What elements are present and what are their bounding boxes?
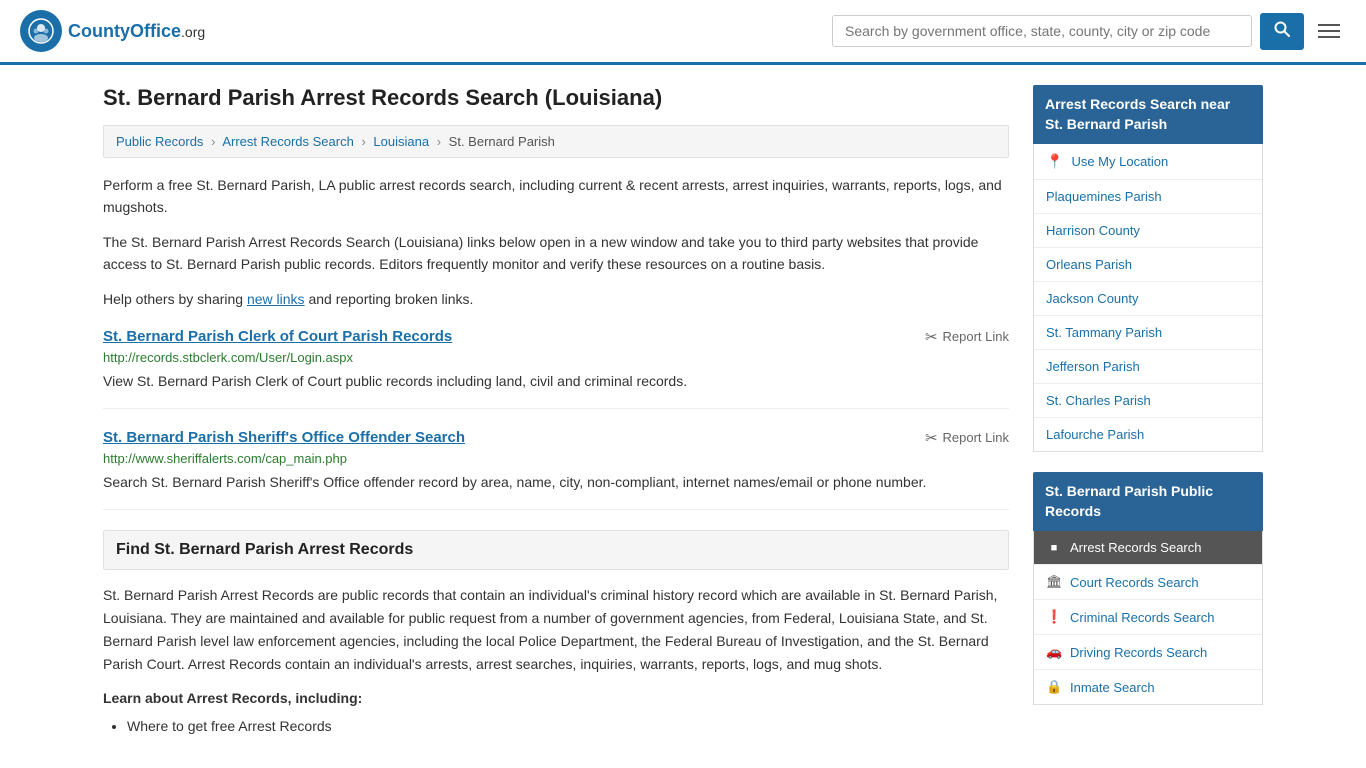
find-section-header: Find St. Bernard Parish Arrest Records <box>103 530 1009 570</box>
sidebar-public-records-links: ■ Arrest Records Search 🏛 Court Records … <box>1033 531 1263 705</box>
header: CountyOffice.org <box>0 0 1366 65</box>
logo-text: CountyOffice.org <box>68 21 205 42</box>
report-label-2: Report Link <box>943 430 1009 445</box>
nearby-link-5[interactable]: Jefferson Parish <box>1034 350 1262 384</box>
sidebar-nearby-links: 📍 Use My Location Plaquemines Parish Har… <box>1033 144 1263 452</box>
pub-rec-icon-3: 🚗 <box>1046 644 1062 660</box>
learn-list: Where to get free Arrest Records <box>103 714 1009 739</box>
nearby-link-4[interactable]: St. Tammany Parish <box>1034 316 1262 350</box>
breadcrumb-current: St. Bernard Parish <box>449 134 555 149</box>
breadcrumb-arrest-records[interactable]: Arrest Records Search <box>222 134 354 149</box>
sidebar: Arrest Records Search near St. Bernard P… <box>1033 85 1263 740</box>
record-2-title[interactable]: St. Bernard Parish Sheriff's Office Offe… <box>103 429 465 446</box>
record-1-url: http://records.stbclerk.com/User/Login.a… <box>103 350 1009 365</box>
breadcrumb-louisiana[interactable]: Louisiana <box>373 134 429 149</box>
pub-rec-item-1[interactable]: 🏛 Court Records Search <box>1034 565 1262 600</box>
pub-rec-icon-0: ■ <box>1046 542 1062 554</box>
description-2: The St. Bernard Parish Arrest Records Se… <box>103 231 1009 276</box>
record-2: St. Bernard Parish Sheriff's Office Offe… <box>103 429 1009 510</box>
find-section-body: St. Bernard Parish Arrest Records are pu… <box>103 584 1009 676</box>
pub-rec-item-3[interactable]: 🚗 Driving Records Search <box>1034 635 1262 670</box>
learn-title: Learn about Arrest Records, including: <box>103 690 1009 706</box>
nearby-link-1[interactable]: Harrison County <box>1034 214 1262 248</box>
menu-bar-3 <box>1318 36 1340 38</box>
use-location-item[interactable]: 📍 Use My Location <box>1034 144 1262 180</box>
pub-rec-icon-2: ❗ <box>1046 609 1062 625</box>
content-wrapper: St. Bernard Parish Arrest Records Search… <box>83 65 1283 760</box>
nearby-link-6[interactable]: St. Charles Parish <box>1034 384 1262 418</box>
desc3-pre: Help others by sharing <box>103 291 247 307</box>
menu-bar-1 <box>1318 24 1340 26</box>
bc-sep-2: › <box>361 134 365 149</box>
learn-list-item-1: Where to get free Arrest Records <box>127 714 1009 739</box>
logo-icon <box>20 10 62 52</box>
search-input[interactable] <box>832 15 1252 47</box>
report-link-1[interactable]: ✂ Report Link <box>925 328 1009 346</box>
menu-bar-2 <box>1318 30 1340 32</box>
nearby-link-3[interactable]: Jackson County <box>1034 282 1262 316</box>
menu-button[interactable] <box>1312 18 1346 44</box>
sidebar-public-records-header: St. Bernard Parish Public Records <box>1033 472 1263 531</box>
record-1-title[interactable]: St. Bernard Parish Clerk of Court Parish… <box>103 328 452 345</box>
pub-rec-icon-4: 🔒 <box>1046 679 1062 695</box>
report-link-2[interactable]: ✂ Report Link <box>925 429 1009 447</box>
report-label-1: Report Link <box>943 329 1009 344</box>
logo-area[interactable]: CountyOffice.org <box>20 10 205 52</box>
pub-rec-item-2[interactable]: ❗ Criminal Records Search <box>1034 600 1262 635</box>
nearby-link-7[interactable]: Lafourche Parish <box>1034 418 1262 451</box>
pub-rec-item-0[interactable]: ■ Arrest Records Search <box>1034 531 1262 565</box>
breadcrumb: Public Records › Arrest Records Search ›… <box>103 125 1009 158</box>
sidebar-nearby-section: Arrest Records Search near St. Bernard P… <box>1033 85 1263 452</box>
bc-sep-3: › <box>437 134 441 149</box>
bc-sep-1: › <box>211 134 215 149</box>
new-links-link[interactable]: new links <box>247 291 305 307</box>
search-area <box>832 13 1346 50</box>
record-2-url: http://www.sheriffalerts.com/cap_main.ph… <box>103 451 1009 466</box>
pub-rec-item-4[interactable]: 🔒 Inmate Search <box>1034 670 1262 704</box>
description-3: Help others by sharing new links and rep… <box>103 288 1009 310</box>
record-1-desc: View St. Bernard Parish Clerk of Court p… <box>103 371 1009 392</box>
sidebar-public-records-section: St. Bernard Parish Public Records ■ Arre… <box>1033 472 1263 705</box>
sidebar-nearby-header: Arrest Records Search near St. Bernard P… <box>1033 85 1263 144</box>
scissors-icon-1: ✂ <box>925 328 938 346</box>
scissors-icon-2: ✂ <box>925 429 938 447</box>
nearby-link-2[interactable]: Orleans Parish <box>1034 248 1262 282</box>
nearby-link-0[interactable]: Plaquemines Parish <box>1034 180 1262 214</box>
breadcrumb-public-records[interactable]: Public Records <box>116 134 203 149</box>
page-title: St. Bernard Parish Arrest Records Search… <box>103 85 1009 111</box>
search-button[interactable] <box>1260 13 1304 50</box>
description-1: Perform a free St. Bernard Parish, LA pu… <box>103 174 1009 219</box>
pub-rec-icon-1: 🏛 <box>1046 574 1062 590</box>
use-location-link[interactable]: Use My Location <box>1071 154 1168 169</box>
record-2-desc: Search St. Bernard Parish Sheriff's Offi… <box>103 472 1009 493</box>
record-1: St. Bernard Parish Clerk of Court Parish… <box>103 328 1009 409</box>
location-pin-icon: 📍 <box>1046 153 1063 170</box>
main-content: St. Bernard Parish Arrest Records Search… <box>103 85 1009 740</box>
desc3-post: and reporting broken links. <box>305 291 474 307</box>
